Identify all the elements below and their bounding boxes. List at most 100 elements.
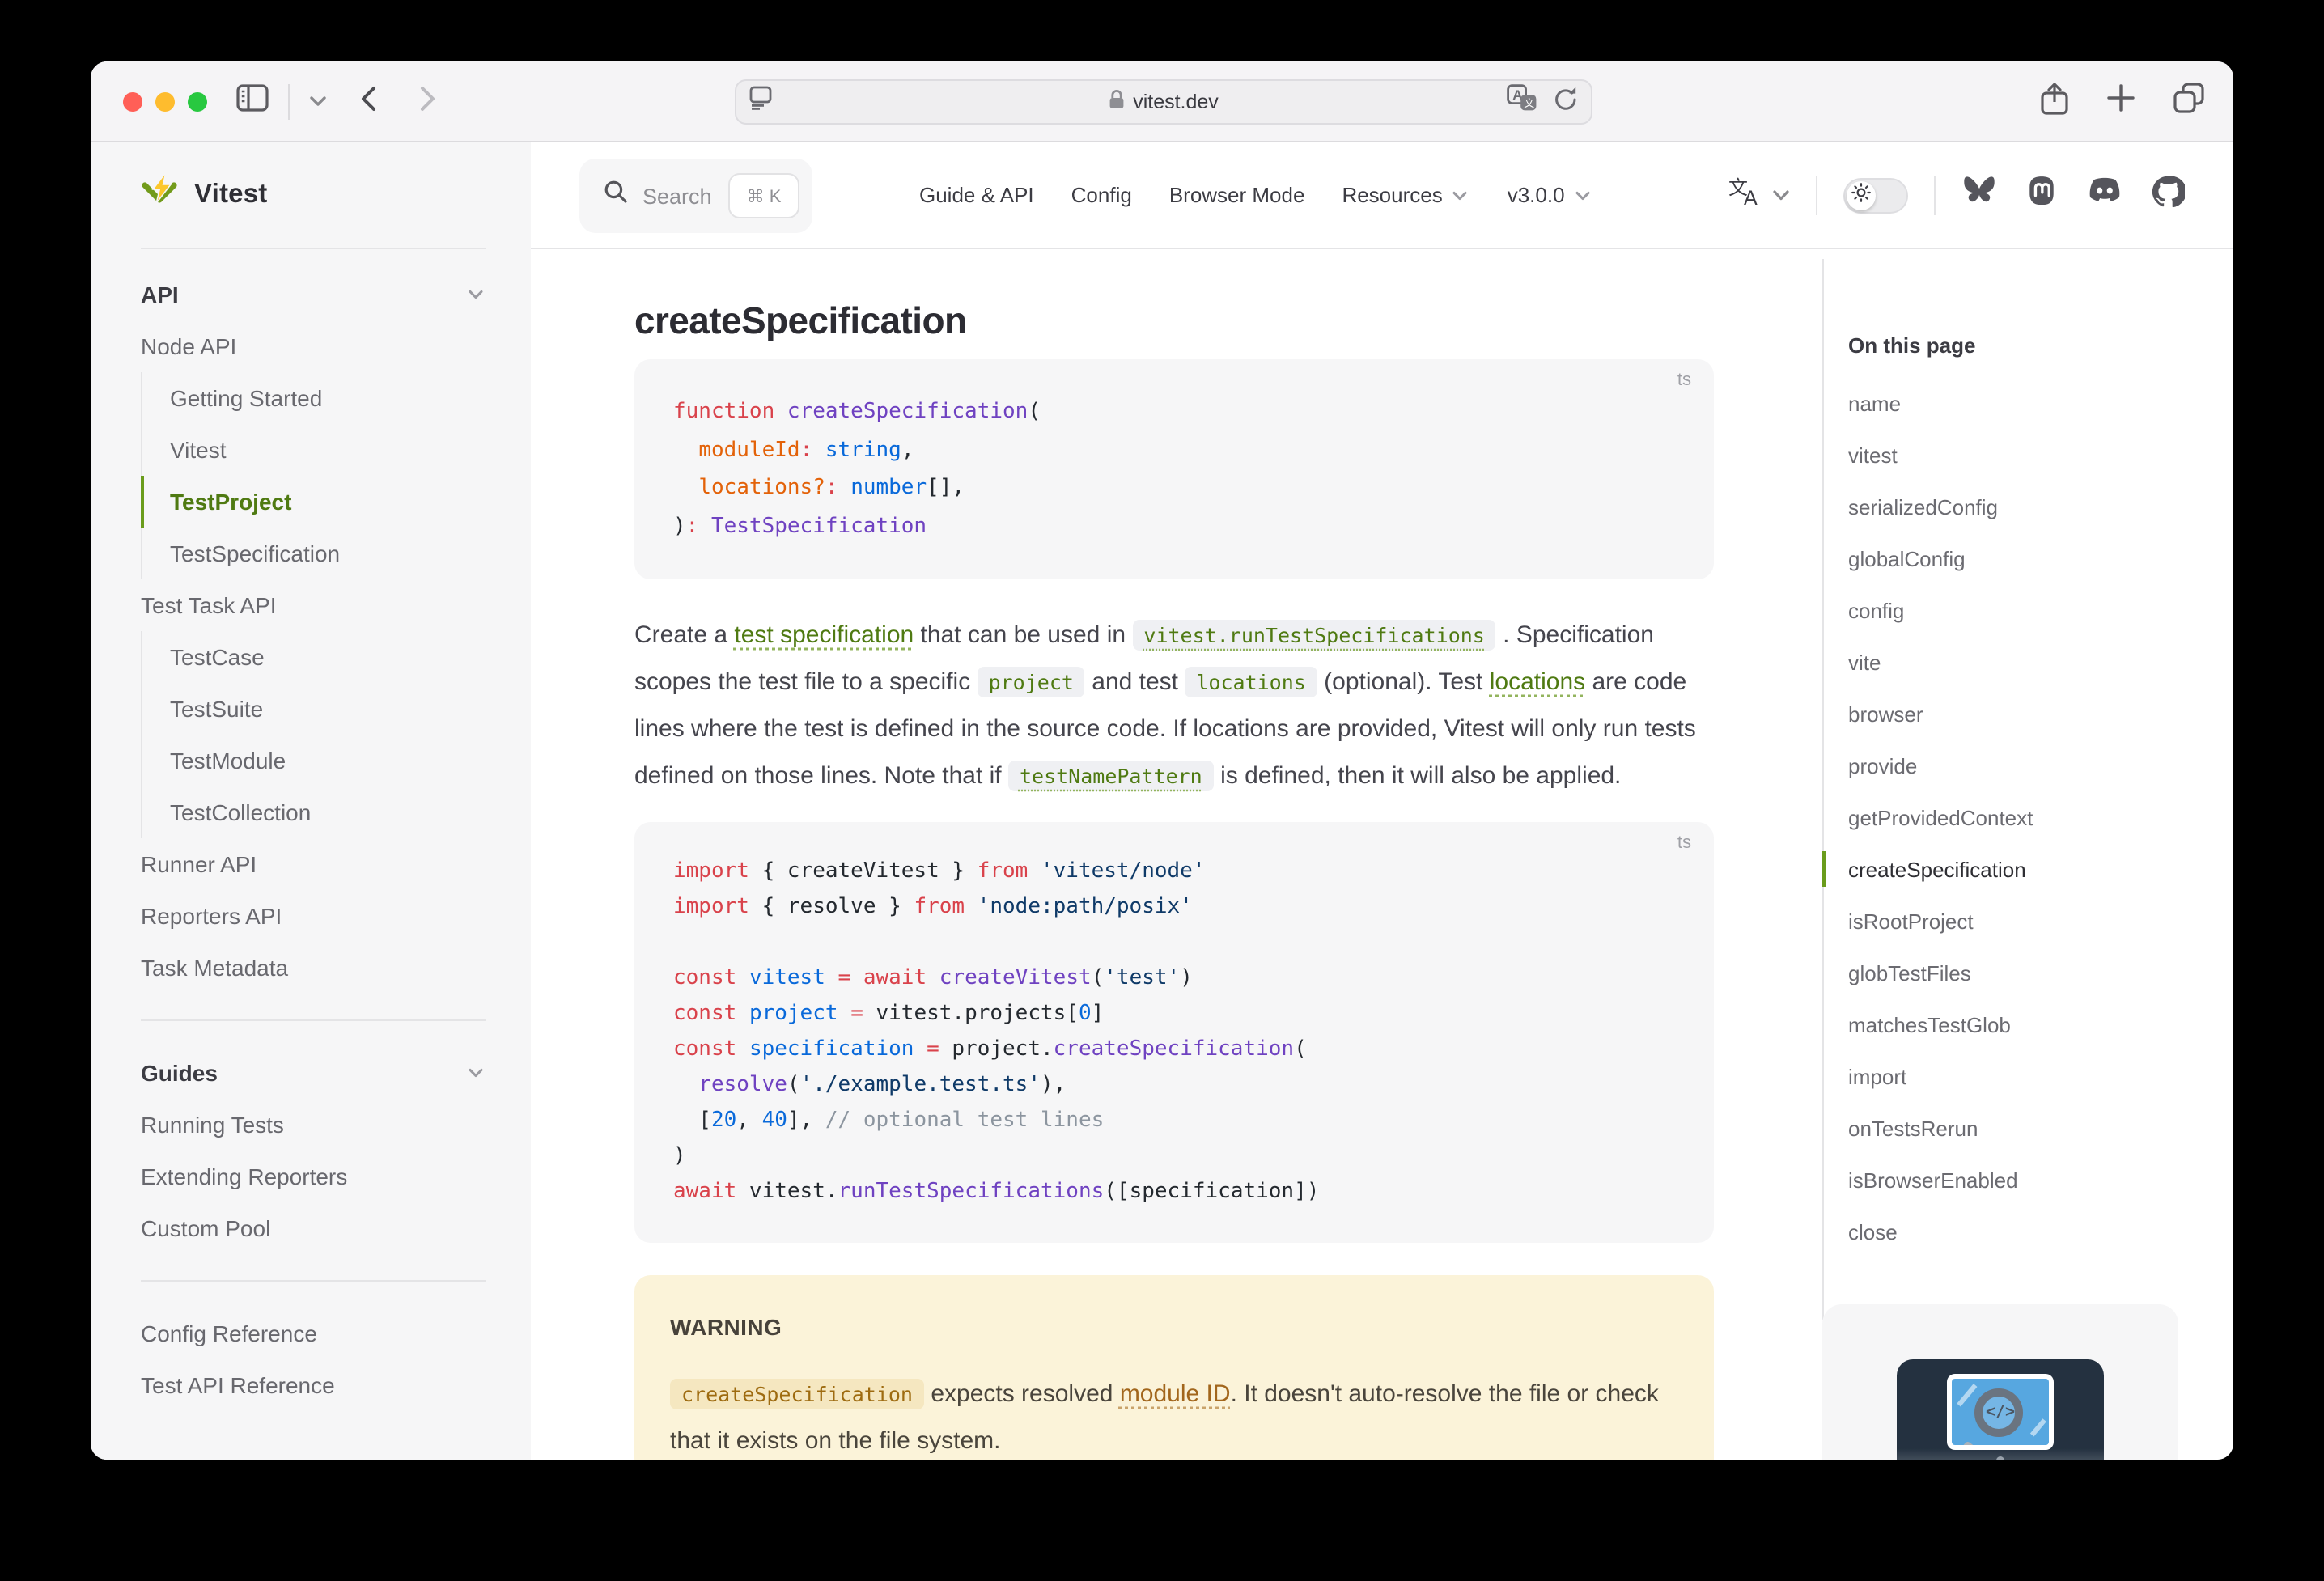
chevron-down-icon[interactable] — [309, 87, 327, 117]
share-icon[interactable] — [2041, 82, 2068, 122]
text: and test — [1085, 668, 1185, 696]
chevron-down-icon — [1573, 185, 1592, 205]
toc-item-globtestfiles[interactable]: globTestFiles — [1848, 948, 2033, 1000]
sidebar-item-testcollection[interactable]: TestCollection — [141, 786, 486, 838]
search-icon — [604, 180, 628, 212]
sidebar-divider — [141, 1280, 486, 1282]
toc-item-globalconfig[interactable]: globalConfig — [1848, 534, 2033, 586]
toc-item-provide[interactable]: provide — [1848, 741, 2033, 793]
toc-rail — [1822, 259, 1824, 1320]
inline-code-link-vitest-runtestspecifications[interactable]: vitest.runTestSpecifications — [1132, 620, 1495, 651]
code-lang-tag: ts — [1677, 833, 1691, 853]
sidebar-item-testmodule[interactable]: TestModule — [141, 735, 486, 786]
bluesky-icon[interactable] — [1961, 175, 1997, 215]
toc-item-matchestestglob[interactable]: matchesTestGlob — [1848, 1000, 2033, 1052]
sidebar-nav: APINode APIGetting StartedVitestTestProj… — [141, 249, 486, 1411]
nav-item-guide-api[interactable]: Guide & API — [919, 183, 1034, 207]
text: Create a — [634, 621, 734, 649]
nav-item-resources[interactable]: Resources — [1342, 183, 1469, 207]
search-button[interactable]: Search ⌘ K — [579, 159, 812, 233]
url-text: vitest.dev — [1133, 91, 1219, 113]
sidebar-item-running-tests[interactable]: Running Tests — [141, 1099, 486, 1151]
toc-item-isbrowserenabled[interactable]: isBrowserEnabled — [1848, 1155, 2033, 1207]
header-nav: Guide & API Config Browser Mode Resources v3… — [919, 142, 1592, 248]
forward-icon[interactable] — [419, 85, 437, 119]
svg-text:文: 文 — [1524, 97, 1534, 109]
logo[interactable]: Vitest — [141, 142, 486, 249]
translate-icon: 文A — [1728, 176, 1762, 214]
inline-code-link-testnamepattern[interactable]: testNamePattern — [1008, 761, 1214, 791]
nav-item-config[interactable]: Config — [1071, 183, 1132, 207]
minimize-window-button[interactable] — [155, 92, 175, 112]
sidebar-item-testproject[interactable]: TestProject — [141, 476, 486, 528]
nav-item-browser-mode[interactable]: Browser Mode — [1169, 183, 1305, 207]
new-tab-icon[interactable] — [2107, 84, 2135, 120]
chevron-down-icon — [1451, 185, 1470, 205]
code-lines: function createSpecification( moduleId: … — [673, 393, 1675, 545]
reader-view-icon[interactable] — [749, 86, 772, 118]
toc-item-createspecification[interactable]: createSpecification — [1848, 845, 2033, 896]
header-divider — [1934, 176, 1936, 214]
page-title: createSpecification — [634, 298, 1714, 343]
toc-item-ontestsrerun[interactable]: onTestsRerun — [1848, 1104, 2033, 1155]
doc-content: createSpecification ts function createSp… — [634, 249, 1714, 1460]
chevron-down-icon — [466, 285, 486, 304]
sidebar-item-custom-pool[interactable]: Custom Pool — [141, 1202, 486, 1254]
sponsor-ad-card[interactable]: </> — [1822, 1304, 2178, 1460]
toc-item-name[interactable]: name — [1848, 379, 2033, 430]
inline-code: locations — [1185, 667, 1317, 697]
toc-item-config[interactable]: config — [1848, 586, 2033, 638]
toolbar-divider — [288, 84, 290, 120]
sidebar-item-runner-api[interactable]: Runner API — [141, 838, 486, 890]
sidebar-item-test-task-api[interactable]: Test Task API — [141, 579, 486, 631]
monitor-icon: </> — [1947, 1374, 2054, 1450]
zoom-window-button[interactable] — [188, 92, 207, 112]
sidebar-item-testcase[interactable]: TestCase — [141, 631, 486, 683]
translate-icon[interactable]: A文 — [1507, 84, 1537, 120]
nav-item-v3-0-0[interactable]: v3.0.0 — [1508, 183, 1592, 207]
sidebar-item-getting-started[interactable]: Getting Started — [141, 372, 486, 424]
close-window-button[interactable] — [123, 92, 142, 112]
toc-item-import[interactable]: import — [1848, 1052, 2033, 1104]
toc-item-vite[interactable]: vite — [1848, 638, 2033, 689]
sidebar-toggle-icon[interactable] — [236, 84, 269, 120]
inline-link-test-specification[interactable]: test specification — [734, 621, 914, 649]
sidebar-item-config-reference[interactable]: Config Reference — [141, 1308, 486, 1359]
traffic-lights — [123, 92, 207, 112]
github-icon[interactable] — [2151, 174, 2185, 216]
url-bar[interactable]: vitest.dev A文 — [735, 79, 1592, 125]
toc-item-close[interactable]: close — [1848, 1207, 2033, 1259]
warning-title: WARNING — [670, 1304, 1678, 1351]
toc-item-getprovidedcontext[interactable]: getProvidedContext — [1848, 793, 2033, 845]
back-icon[interactable] — [359, 85, 377, 119]
vitest-logo-icon — [141, 172, 180, 218]
discord-icon[interactable] — [2086, 176, 2123, 214]
toc-item-vitest[interactable]: vitest — [1848, 430, 2033, 482]
inline-link-locations[interactable]: locations — [1490, 668, 1585, 696]
toc-active-marker — [1822, 851, 1826, 887]
sidebar-item-vitest[interactable]: Vitest — [141, 424, 486, 476]
sidebar-item-reporters-api[interactable]: Reporters API — [141, 890, 486, 942]
reload-icon[interactable] — [1554, 85, 1578, 119]
sidebar-item-testsuite[interactable]: TestSuite — [141, 683, 486, 735]
sidebar-item-testspecification[interactable]: TestSpecification — [141, 528, 486, 579]
page-body: createSpecification ts function createSp… — [531, 249, 2233, 1460]
toc-item-browser[interactable]: browser — [1848, 689, 2033, 741]
sidebar-item-task-metadata[interactable]: Task Metadata — [141, 942, 486, 994]
sidebar-item-test-api-reference[interactable]: Test API Reference — [141, 1359, 486, 1411]
theme-toggle[interactable] — [1843, 177, 1908, 213]
inline-link-module-id[interactable]: module ID — [1120, 1380, 1231, 1408]
sidebar-item-extending-reporters[interactable]: Extending Reporters — [141, 1151, 486, 1202]
screen: vitest.dev A文 — [0, 0, 2324, 1581]
social-links — [1961, 174, 2185, 216]
mastodon-icon[interactable] — [2025, 174, 2059, 216]
tab-overview-icon[interactable] — [2173, 83, 2204, 121]
language-menu[interactable]: 文A — [1728, 176, 1790, 214]
sidebar-item-api[interactable]: API — [141, 269, 486, 320]
sidebar-item-node-api[interactable]: Node API — [141, 320, 486, 372]
sidebar-divider — [141, 1019, 486, 1021]
browser-window: vitest.dev A文 — [91, 61, 2233, 1460]
toc-item-isrootproject[interactable]: isRootProject — [1848, 896, 2033, 948]
toc-item-serializedconfig[interactable]: serializedConfig — [1848, 482, 2033, 534]
sidebar-item-guides[interactable]: Guides — [141, 1047, 486, 1099]
